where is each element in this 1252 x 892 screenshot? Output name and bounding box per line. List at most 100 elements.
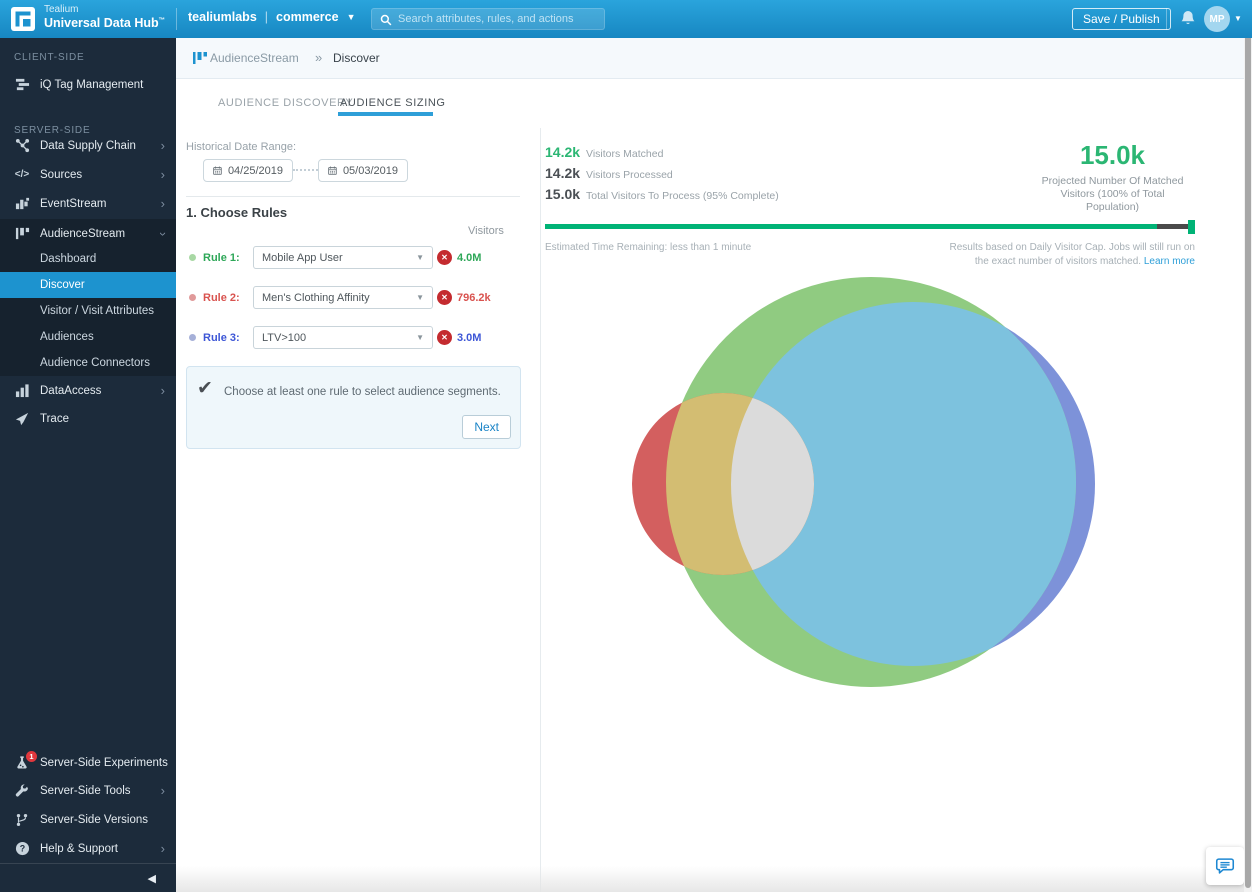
sidebar-item-audience-connectors[interactable]: Audience Connectors [0,350,176,376]
tools-wrench-icon [13,784,31,798]
save-publish-button[interactable]: Save / Publish [1072,8,1171,30]
client-side-label: CLIENT-SIDE [14,52,84,63]
audiencestream-breadcrumb-icon [192,50,208,66]
chat-button[interactable] [1206,847,1244,885]
audiencestream-icon [13,226,31,241]
choose-rules-title: 1. Choose Rules [186,205,287,220]
sidebar-item-label: Trace [40,413,69,425]
chevron-right-icon: › [161,170,165,180]
search-input[interactable] [398,9,602,29]
total-visitors-value: 15.0k [545,186,580,202]
sidebar-item-label: Server-Side Versions [40,814,148,826]
tab-audience-discovery[interactable]: AUDIENCE DISCOVERY [218,97,353,109]
breadcrumb-separator-icon: » [315,50,322,65]
rule-2-dot [189,294,196,301]
sidebar-item-help-support[interactable]: ? Help & Support › [0,834,176,863]
audience-venn-diagram[interactable] [540,250,1252,720]
next-button[interactable]: Next [462,415,511,439]
rule-2-visitors: 796.2k [457,292,491,304]
sidebar-item-label: AudienceStream [40,228,125,240]
app-window: Tealium Universal Data Hub™ tealiumlabs … [0,0,1252,892]
account-separator: | [265,10,268,24]
sidebar-item-label: Sources [40,169,82,181]
sources-icon: </> [13,169,31,180]
rule-3-select[interactable]: LTV>100 ▼ [253,326,433,349]
dataaccess-icon [13,383,31,398]
chevron-right-icon: › [161,786,165,796]
chevron-down-icon: ▼ [347,12,356,22]
rule-3-visitors: 3.0M [457,332,481,344]
rule-2-label: Rule 2: [203,292,240,304]
rule-1-remove-icon[interactable]: ✕ [437,250,452,265]
chevron-right-icon: › [161,386,165,396]
svg-text:?: ? [19,844,24,854]
rule-3-selected-value: LTV>100 [262,332,416,344]
sidebar-item-label: Server-Side Tools [40,785,131,797]
rule-1-select[interactable]: Mobile App User ▼ [253,246,433,269]
rule-2-select[interactable]: Men's Clothing Affinity ▼ [253,286,433,309]
date-start-input[interactable]: 04/25/2019 [203,159,293,182]
projected-matched-block: 15.0k Projected Number Of Matched Visito… [1000,140,1225,214]
sidebar-item-audiencestream[interactable]: AudienceStream › [0,219,176,248]
tealium-logo-icon [10,6,36,32]
avatar-chevron-down-icon[interactable]: ▼ [1234,14,1242,23]
rule-1-dot [189,254,196,261]
select-caret-icon: ▼ [416,333,424,342]
sidebar-item-server-side-tools[interactable]: Server-Side Tools › [0,776,176,805]
data-supply-chain-icon [13,138,31,153]
date-range-connector [293,169,318,171]
select-caret-icon: ▼ [416,253,424,262]
rule-2-remove-icon[interactable]: ✕ [437,290,452,305]
date-end-input[interactable]: 05/03/2019 [318,159,408,182]
sidebar-item-discover[interactable]: Discover [0,272,176,298]
progress-fill [545,224,1157,229]
brand-text: Tealium Universal Data Hub™ [44,4,165,31]
scrollbar-thumb[interactable] [1245,2,1251,888]
collapse-sidebar-icon[interactable]: ◀ [148,872,156,885]
profile-name: commerce [276,10,339,24]
notification-badge: 1 [26,751,37,762]
rule-1-label: Rule 1: [203,252,240,264]
projected-matched-label: Projected Number Of Matched Visitors (10… [1000,175,1225,214]
account-switcher[interactable]: tealiumlabs | commerce ▼ [188,10,356,24]
rule-3-remove-icon[interactable]: ✕ [437,330,452,345]
trace-icon [13,412,31,426]
breadcrumb-parent[interactable]: AudienceStream [210,51,299,65]
help-icon: ? [13,841,31,856]
notifications-bell-icon[interactable] [1180,10,1196,27]
sidebar-item-trace[interactable]: Trace [0,404,176,433]
date-end-value: 05/03/2019 [343,165,398,177]
rule-3-label: Rule 3: [203,332,240,344]
date-range-label: Historical Date Range: [186,141,296,153]
sidebar-item-server-side-versions[interactable]: Server-Side Versions [0,805,176,834]
sidebar-footer: ◀ [0,863,176,892]
sidebar-item-audiences[interactable]: Audiences [0,324,176,350]
global-search [371,8,605,30]
visitors-processed-value: 14.2k [545,165,580,181]
breadcrumb-current: Discover [333,51,380,65]
sidebar-item-dataaccess[interactable]: DataAccess › [0,376,176,405]
rule-1-selected-value: Mobile App User [262,252,416,264]
vertical-scrollbar[interactable] [1244,0,1252,892]
sidebar-item-dashboard[interactable]: Dashboard [0,246,176,272]
search-icon [380,14,392,26]
sidebar-item-label: Data Supply Chain [40,140,136,152]
iq-tag-icon [13,77,31,92]
visitors-processed-label: Visitors Processed [586,169,673,181]
active-tab-underline [338,112,433,116]
sidebar-item-label: Visitor / Visit Attributes [40,305,154,317]
sidebar-item-server-side-experiments[interactable]: 1 Server-Side Experiments [0,748,176,777]
breadcrumb: AudienceStream » Discover [176,38,1252,79]
eventstream-icon [13,196,31,211]
sidebar-item-eventstream[interactable]: EventStream › [0,189,176,218]
audiencestream-group: AudienceStream › Dashboard Discover Visi… [0,219,176,376]
sidebar-item-sources[interactable]: </> Sources › [0,160,176,189]
select-caret-icon: ▼ [416,293,424,302]
tab-audience-sizing[interactable]: AUDIENCE SIZING [340,97,446,109]
sidebar-item-visitor-visit-attributes[interactable]: Visitor / Visit Attributes [0,298,176,324]
sidebar-item-label: Discover [40,279,85,291]
sidebar-item-iq-tag-management[interactable]: iQ Tag Management [0,70,176,99]
avatar[interactable]: MP [1204,6,1230,32]
rules-note-box: ✔ Choose at least one rule to select aud… [186,366,521,449]
sidebar-item-data-supply-chain[interactable]: Data Supply Chain › [0,131,176,160]
